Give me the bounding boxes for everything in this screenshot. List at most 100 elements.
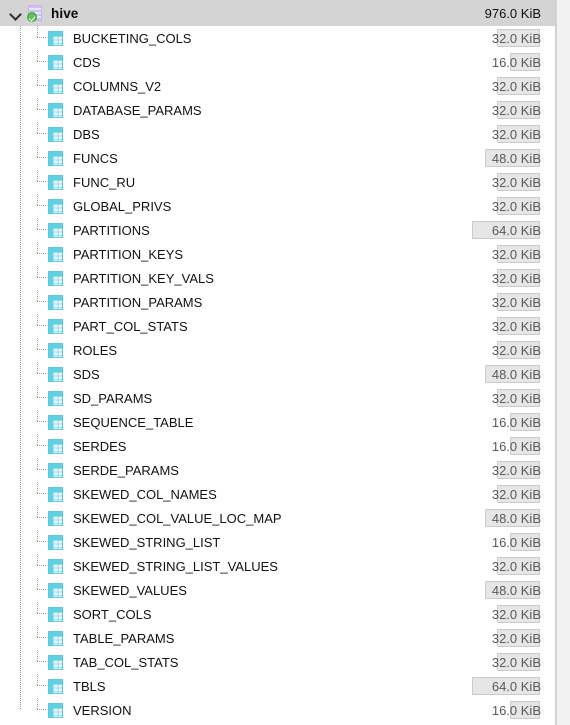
table-icon-header-band <box>49 535 62 540</box>
table-icon <box>48 702 63 718</box>
table-row[interactable]: SKEWED_COL_NAMES 32.0 KiB <box>0 482 555 506</box>
table-size-value: 32.0 KiB <box>491 270 541 286</box>
table-name: DATABASE_PARAMS <box>73 102 202 118</box>
database-tree[interactable]: hive 976.0 KiB BUCKETING_COLS 32.0 KiB CDS… <box>0 0 556 725</box>
table-icon-header-band <box>49 127 62 132</box>
tree-guide-vertical <box>20 338 21 362</box>
table-icon <box>48 102 63 118</box>
chevron-down-icon[interactable] <box>8 5 24 21</box>
table-size-cell: 32.0 KiB <box>435 266 555 290</box>
tree-guide-horizontal <box>37 205 47 206</box>
tree-guide <box>0 98 48 122</box>
table-row[interactable]: VERSION 16.0 KiB <box>0 698 555 722</box>
table-size-value: 32.0 KiB <box>491 126 541 142</box>
table-row[interactable]: PART_COL_STATS 32.0 KiB <box>0 314 555 338</box>
table-row[interactable]: SKEWED_STRING_LIST 16.0 KiB <box>0 530 555 554</box>
table-row[interactable]: TBLS 64.0 KiB <box>0 674 555 698</box>
tree-guide-horizontal <box>37 301 47 302</box>
table-row[interactable]: SORT_COLS 32.0 KiB <box>0 602 555 626</box>
tree-guide-horizontal <box>37 493 47 494</box>
table-row[interactable]: SKEWED_COL_VALUE_LOC_MAP 48.0 KiB <box>0 506 555 530</box>
check-badge-icon <box>27 12 37 22</box>
table-size-cell: 32.0 KiB <box>435 602 555 626</box>
table-icon-header-band <box>49 343 62 348</box>
table-row[interactable]: SD_PARAMS 32.0 KiB <box>0 386 555 410</box>
table-row[interactable]: PARTITION_KEY_VALS 32.0 KiB <box>0 266 555 290</box>
table-row[interactable]: PARTITION_PARAMS 32.0 KiB <box>0 290 555 314</box>
table-icon-header-band <box>49 463 62 468</box>
table-row[interactable]: COLUMNS_V2 32.0 KiB <box>0 74 555 98</box>
table-icon-header-band <box>49 175 62 180</box>
table-size-value: 16.0 KiB <box>491 438 541 454</box>
table-name: SKEWED_VALUES <box>73 582 187 598</box>
table-icon-header-band <box>49 367 62 372</box>
table-row[interactable]: TAB_COL_STATS 32.0 KiB <box>0 650 555 674</box>
table-name: GLOBAL_PRIVS <box>73 198 172 214</box>
tree-guide-vertical <box>20 386 21 410</box>
tree-guide <box>0 530 48 554</box>
table-size-cell: 32.0 KiB <box>435 170 555 194</box>
table-size-cell: 32.0 KiB <box>435 386 555 410</box>
tree-guide-vertical <box>20 578 21 602</box>
tree-guide <box>0 674 48 698</box>
tree-guide <box>0 458 48 482</box>
table-size-value: 64.0 KiB <box>491 222 541 238</box>
database-size-value: 976.0 KiB <box>484 5 541 21</box>
table-row[interactable]: PARTITION_KEYS 32.0 KiB <box>0 242 555 266</box>
table-icon-header-band <box>49 103 62 108</box>
table-icon <box>48 294 63 310</box>
table-row[interactable]: GLOBAL_PRIVS 32.0 KiB <box>0 194 555 218</box>
tree-guide-vertical <box>20 50 21 74</box>
table-row[interactable]: BUCKETING_COLS 32.0 KiB <box>0 26 555 50</box>
tree-guide-horizontal <box>37 109 47 110</box>
tree-guide <box>0 314 48 338</box>
table-size-value: 16.0 KiB <box>491 414 541 430</box>
table-row[interactable]: CDS 16.0 KiB <box>0 50 555 74</box>
table-row[interactable]: SERDE_PARAMS 32.0 KiB <box>0 458 555 482</box>
tree-guide-horizontal <box>37 229 47 230</box>
table-icon <box>48 318 63 334</box>
table-row[interactable]: SKEWED_STRING_LIST_VALUES 32.0 KiB <box>0 554 555 578</box>
table-size-value: 32.0 KiB <box>491 342 541 358</box>
tree-guide <box>0 434 48 458</box>
database-size-cell: 976.0 KiB <box>415 0 555 26</box>
table-name: COLUMNS_V2 <box>73 78 162 94</box>
table-size-cell: 16.0 KiB <box>435 410 555 434</box>
tree-guide-horizontal <box>37 397 47 398</box>
tree-row-database[interactable]: hive 976.0 KiB <box>0 0 555 26</box>
table-row[interactable]: FUNCS 48.0 KiB <box>0 146 555 170</box>
table-size-cell: 48.0 KiB <box>435 506 555 530</box>
table-row[interactable]: SERDES 16.0 KiB <box>0 434 555 458</box>
table-icon-header-band <box>49 271 62 276</box>
tree-guide-vertical <box>20 194 21 218</box>
table-row[interactable]: ROLES 32.0 KiB <box>0 338 555 362</box>
table-icon-header-band <box>49 511 62 516</box>
table-name: SD_PARAMS <box>73 390 153 406</box>
vertical-scrollbar[interactable] <box>556 0 570 725</box>
table-row[interactable]: SKEWED_VALUES 48.0 KiB <box>0 578 555 602</box>
tree-guide <box>0 146 48 170</box>
table-row[interactable]: SEQUENCE_TABLE 16.0 KiB <box>0 410 555 434</box>
tree-guide-vertical <box>20 122 21 146</box>
tree-guide <box>0 242 48 266</box>
tree-guide-horizontal <box>37 85 47 86</box>
table-name: SKEWED_STRING_LIST <box>73 534 221 550</box>
database-name: hive <box>51 5 79 21</box>
table-row[interactable]: DBS 32.0 KiB <box>0 122 555 146</box>
table-row[interactable]: SDS 48.0 KiB <box>0 362 555 386</box>
table-row[interactable]: FUNC_RU 32.0 KiB <box>0 170 555 194</box>
tree-guide <box>0 218 48 242</box>
table-name: SKEWED_STRING_LIST_VALUES <box>73 558 278 574</box>
vertical-scrollbar-thumb[interactable] <box>559 0 569 690</box>
table-icon-header-band <box>49 631 62 636</box>
tree-guide-horizontal <box>37 277 47 278</box>
table-size-value: 32.0 KiB <box>491 30 541 46</box>
tree-guide-horizontal <box>37 709 47 710</box>
table-size-cell: 64.0 KiB <box>435 674 555 698</box>
table-row[interactable]: PARTITIONS 64.0 KiB <box>0 218 555 242</box>
table-row[interactable]: TABLE_PARAMS 32.0 KiB <box>0 626 555 650</box>
tree-guide <box>0 650 48 674</box>
table-icon <box>48 678 63 694</box>
table-size-value: 48.0 KiB <box>491 366 541 382</box>
table-row[interactable]: DATABASE_PARAMS 32.0 KiB <box>0 98 555 122</box>
